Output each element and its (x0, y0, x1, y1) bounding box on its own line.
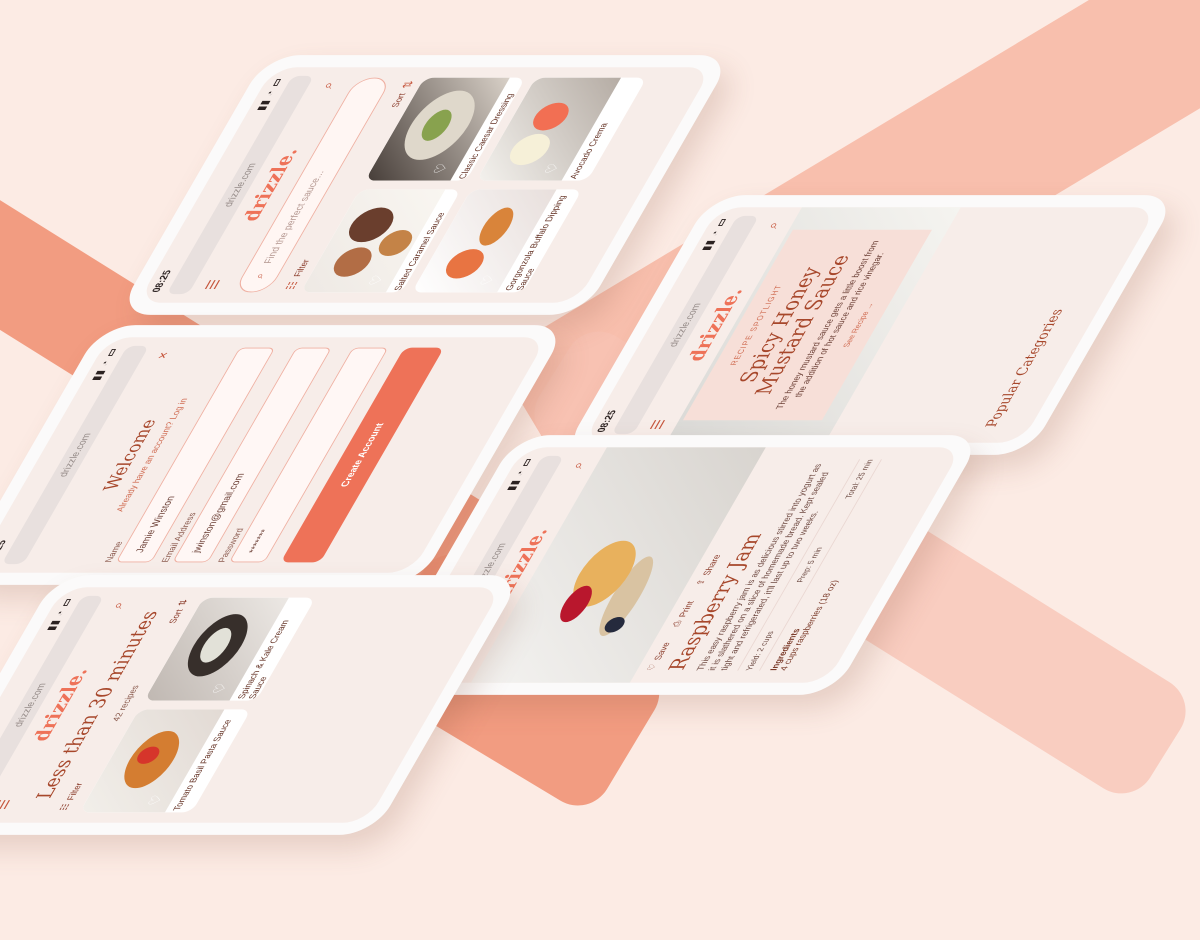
heart-icon[interactable]: ♡ (430, 163, 453, 174)
recipe-prep: Prep: 5 min (795, 547, 825, 583)
buffalo-bites (472, 207, 521, 246)
filter-label: Filter (64, 782, 85, 801)
filter-button[interactable]: ☷ Filter (58, 783, 85, 811)
sort-icon: ⇅ (399, 80, 417, 89)
heart-icon[interactable]: ♡ (209, 683, 232, 694)
list-phone: 08:25▮▮ ◔ ▭ drizzle.com ☰ drizzle. ⌕ Les… (0, 470, 524, 940)
search-icon[interactable]: ⌕ (759, 218, 786, 234)
list-screen: 08:25▮▮ ◔ ▭ drizzle.com ☰ drizzle. ⌕ Les… (0, 587, 503, 823)
sort-label: Sort (389, 93, 408, 108)
print-icon: ⎙ (670, 620, 684, 627)
popular-categories-title: Popular Categories (982, 309, 1067, 428)
heart-icon: ♡ (644, 663, 659, 671)
heart-icon[interactable]: ♡ (144, 795, 167, 806)
close-icon[interactable]: × (149, 348, 176, 364)
share-icon: ⇪ (693, 578, 708, 586)
recipe-phone: 08:25▮▮ ◔ ▭ drizzle.com ☰ drizzle. ⌕ ♡Sa… (366, 330, 984, 800)
save-label: Save (651, 642, 672, 661)
menu-icon[interactable]: ☰ (0, 797, 16, 813)
sort-label: Sort (166, 609, 185, 624)
search-icon[interactable]: ⌕ (314, 78, 341, 94)
heart-icon[interactable]: ♡ (476, 275, 499, 286)
filter-icon: ☷ (57, 803, 72, 811)
search-icon[interactable]: ⌕ (564, 458, 591, 474)
crema-bowl (502, 133, 557, 166)
heart-icon[interactable]: ♡ (541, 163, 564, 174)
sort-button[interactable]: Sort ⇅ (166, 599, 191, 623)
print-label: Print (676, 601, 696, 618)
sauce-bowl (526, 102, 575, 131)
sort-icon: ⇅ (175, 599, 190, 606)
search-icon[interactable]: ⌕ (104, 598, 131, 614)
